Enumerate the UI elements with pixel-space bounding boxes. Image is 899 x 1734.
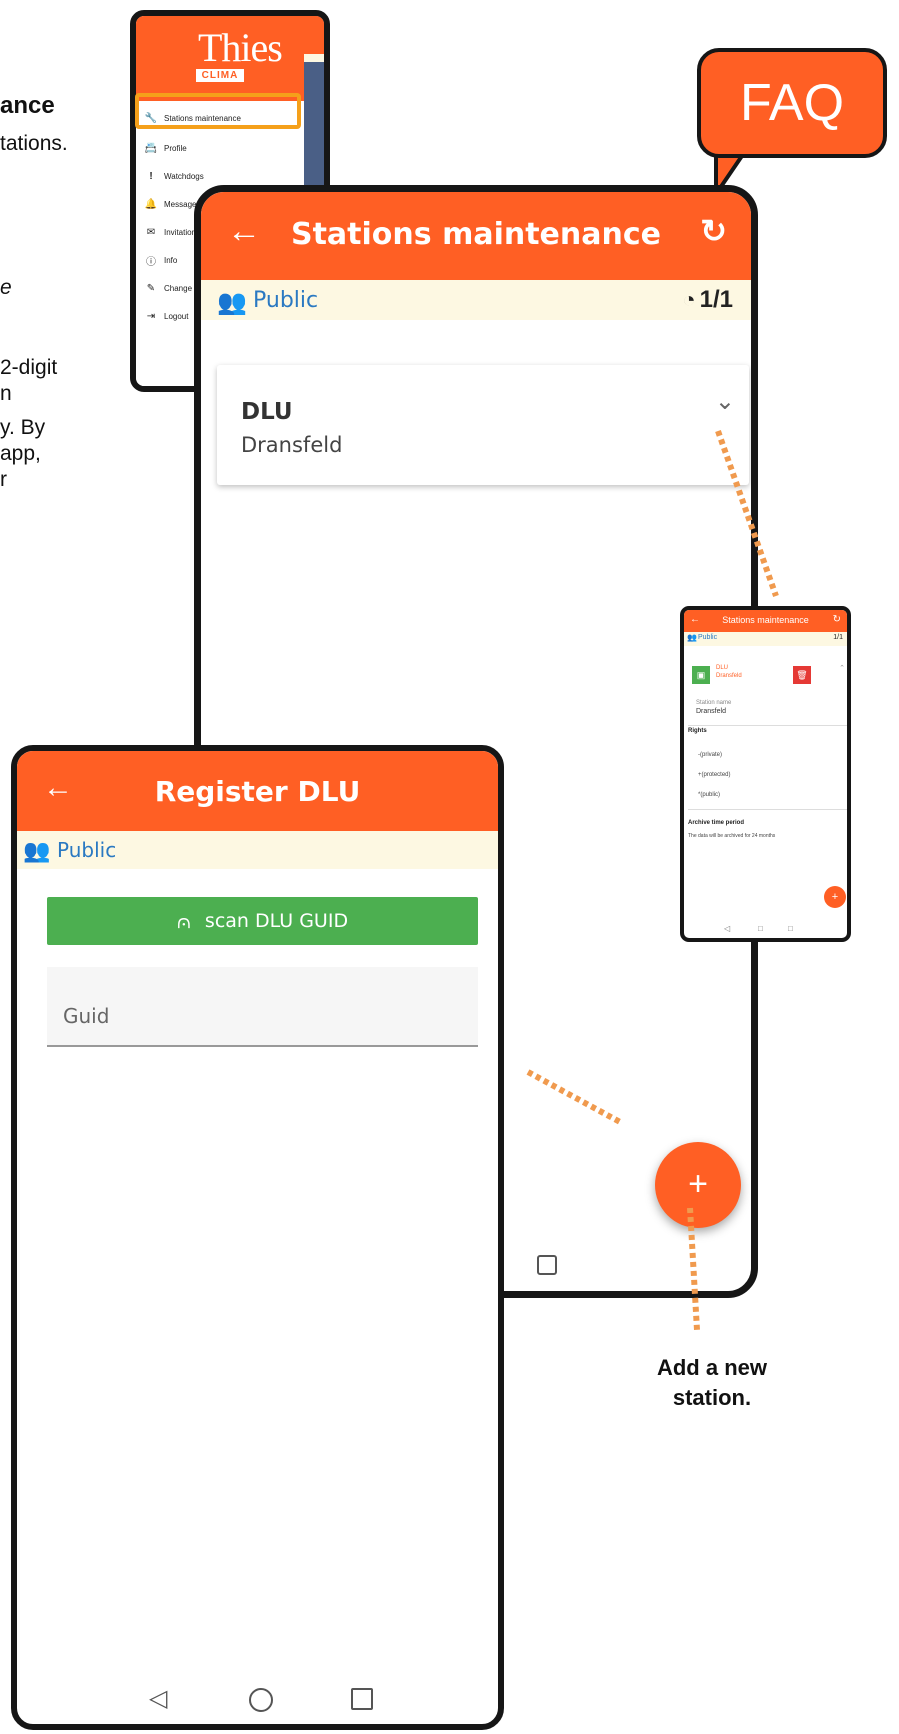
station-counter: 1/1 [833, 634, 843, 641]
rights-list: -(private) +(protected) *(public) [688, 744, 847, 810]
group-icon: 👥 [687, 633, 697, 642]
station-detail-screenshot: ← Stations maintenance ↻ 👥 Public 1/1 ▣ … [680, 606, 851, 942]
archive-text: The data will be archived for 24 months [688, 833, 776, 839]
group-label[interactable]: Public [57, 838, 116, 862]
archive-heading: Archive time period [688, 820, 745, 826]
add-station-button[interactable]: + [824, 886, 846, 908]
annotation-line: Add a new [656, 1355, 767, 1380]
nav-back-icon[interactable]: ◁ [149, 1684, 167, 1713]
detail-station-card: ▣ DLU Dransfeld 🗑 ⌃ [688, 660, 847, 690]
guid-input[interactable]: Guid [47, 967, 478, 1047]
station-name: Dransfeld [716, 673, 742, 679]
nav-recent-icon[interactable] [351, 1688, 373, 1710]
rights-option[interactable]: -(private) [698, 752, 722, 758]
station-code: DLU [716, 665, 729, 671]
nav-recent-icon[interactable]: □ [788, 924, 793, 933]
detail-app-bar: ← Stations maintenance ↻ [684, 610, 847, 632]
scanner-icon: ⩀ [176, 909, 191, 933]
app-bar: ← Register DLU [17, 751, 498, 831]
connector-fab-to-annotation [687, 1207, 700, 1331]
field-label: Station name [696, 700, 732, 706]
station-name-field[interactable]: Station name Dransfeld [688, 698, 847, 726]
annotation-line: station. [672, 1385, 752, 1410]
detail-group-bar: 👥 Public 1/1 [684, 632, 847, 646]
add-station-annotation: Add a new station. [612, 1353, 812, 1413]
detail-title: Stations maintenance [722, 615, 809, 625]
group-label[interactable]: Public [698, 634, 717, 641]
nav-home-icon[interactable]: □ [758, 924, 763, 933]
nav-back-icon[interactable]: ◁ [724, 924, 730, 933]
rights-option[interactable]: *(public) [698, 792, 720, 798]
rights-option[interactable]: +(protected) [698, 772, 731, 778]
page-title: Register DLU [154, 775, 361, 808]
nav-home-icon[interactable] [249, 1688, 273, 1712]
chevron-up-icon[interactable]: ⌃ [839, 664, 845, 672]
guid-placeholder: Guid [63, 1004, 110, 1028]
delete-icon[interactable]: 🗑 [793, 666, 811, 684]
scan-guid-button[interactable]: ⩀ scan DLU GUID [47, 897, 478, 945]
save-icon[interactable]: ▣ [692, 666, 710, 684]
register-dlu-screen: ← Register DLU 👥 Public ⩀ scan DLU GUID … [11, 745, 504, 1730]
group-icon: 👥 [23, 838, 51, 863]
scan-button-label: scan DLU GUID [204, 910, 349, 932]
connector-card-to-detail [715, 430, 779, 597]
group-bar: 👥 Public [17, 831, 498, 869]
refresh-icon[interactable]: ↻ [833, 614, 841, 625]
android-nav-bar: ◁ [17, 1678, 498, 1724]
connector-register-to-fab [526, 1069, 622, 1125]
field-value: Dransfeld [696, 708, 726, 715]
rights-heading: Rights [688, 728, 707, 734]
